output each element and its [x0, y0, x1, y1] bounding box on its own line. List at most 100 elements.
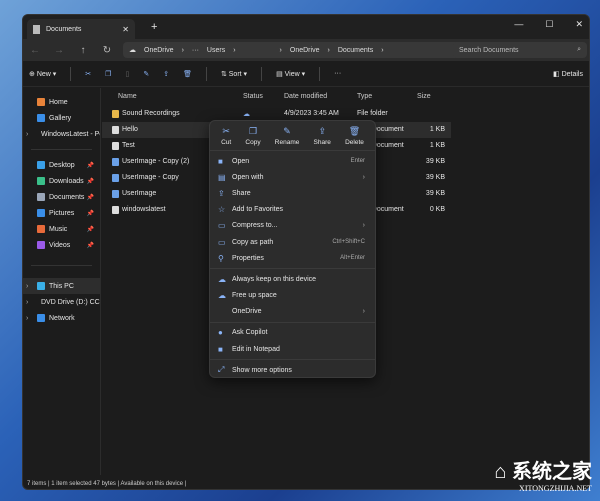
sidebar-item-downloads[interactable]: Downloads 📌	[23, 173, 100, 189]
sidebar-label: Videos	[49, 241, 71, 249]
menu-item-label: Add to Favorites	[232, 206, 283, 214]
menu-item-free-up-space[interactable]: ☁ Free up space	[210, 288, 375, 304]
sort-button[interactable]: ⇅ Sort ▾	[221, 70, 247, 78]
menu-item-add-to-favorites[interactable]: ☆ Add to Favorites	[210, 202, 375, 218]
sidebar-label: Music	[49, 225, 68, 233]
column-size[interactable]: Size	[417, 93, 431, 100]
quick-label: Share	[313, 138, 331, 146]
crumb-overflow[interactable]: ···	[192, 47, 199, 54]
pin-icon[interactable]: 📌	[87, 194, 94, 201]
sidebar-item-desktop[interactable]: Desktop 📌	[23, 157, 100, 173]
paste-icon[interactable]: ▯	[125, 70, 129, 78]
quick-delete-button[interactable]: 🗑 Delete	[345, 121, 364, 150]
sidebar-item-documents[interactable]: Documents 📌	[23, 189, 100, 205]
file-icon	[112, 158, 119, 166]
menu-item-compress-to[interactable]: ▭ Compress to... ›	[210, 218, 375, 234]
menu-item-label: Share	[232, 189, 251, 197]
quick-label: Cut	[221, 138, 232, 146]
sidebar-item-windowslatest-pe[interactable]: › WindowsLatest - Pe	[23, 126, 100, 142]
search-input[interactable]: Search Documents ⌕	[453, 42, 587, 58]
file-type: File folder	[357, 110, 388, 117]
tab-documents[interactable]: Documents ✕	[27, 19, 135, 39]
forward-button[interactable]: →	[47, 45, 71, 56]
up-button[interactable]: ↑	[71, 45, 95, 56]
expand-chevron-icon[interactable]: ›	[26, 131, 28, 138]
new-tab-button[interactable]: +	[151, 21, 157, 33]
expand-chevron-icon[interactable]: ›	[26, 299, 28, 306]
quick-rename-button[interactable]: ✎ Rename	[275, 121, 300, 150]
menu-item-properties[interactable]: ⚲ Properties Alt+Enter	[210, 250, 375, 266]
share-icon[interactable]: ⇪	[163, 70, 169, 78]
cut-icon[interactable]: ✂	[85, 70, 91, 78]
menu-item-ask-copilot[interactable]: ● Ask Copilot	[210, 325, 375, 341]
minimize-button[interactable]: —	[514, 19, 523, 30]
sidebar-item-videos[interactable]: Videos 📌	[23, 237, 100, 253]
sidebar-item-network[interactable]: › Network	[23, 310, 100, 326]
sidebar-item-music[interactable]: Music 📌	[23, 221, 100, 237]
refresh-button[interactable]: ↻	[95, 45, 119, 56]
sidebar-icon	[37, 209, 45, 217]
back-button[interactable]: ←	[23, 45, 47, 56]
crumb-onedrive[interactable]: OneDrive	[144, 47, 174, 54]
menu-item-share[interactable]: ⇪ Share	[210, 185, 375, 201]
divider	[31, 149, 92, 150]
details-button[interactable]: ◧ Details	[553, 70, 583, 78]
crumb-documents[interactable]: Documents	[338, 47, 373, 54]
close-tab-icon[interactable]: ✕	[122, 25, 129, 34]
address-bar-row: ← → ↑ ↻ ☁ OneDrive › ··· Users › › OneDriv…	[23, 39, 589, 61]
folder-icon	[112, 110, 119, 118]
sidebar-label: Desktop	[49, 161, 75, 169]
close-window-button[interactable]: ✕	[575, 19, 583, 30]
menu-item-label: OneDrive	[232, 308, 262, 316]
breadcrumb[interactable]: ☁ OneDrive › ··· Users › › OneDrive › Docum…	[123, 42, 463, 58]
expand-chevron-icon[interactable]: ›	[26, 283, 28, 290]
column-name[interactable]: Name	[118, 93, 137, 100]
sidebar-item-dvd-drive-d-ccc[interactable]: › DVD Drive (D:) CCC	[23, 294, 100, 310]
rename-icon[interactable]: ✎	[143, 70, 149, 78]
sidebar-label: Pictures	[49, 209, 75, 217]
sidebar-item-pictures[interactable]: Pictures 📌	[23, 205, 100, 221]
file-size: 0 KB	[429, 206, 445, 213]
crumb-users[interactable]: Users	[207, 47, 225, 54]
file-name: windowslatest	[122, 206, 166, 213]
pin-icon[interactable]: 📌	[87, 210, 94, 217]
sidebar-icon	[37, 177, 45, 185]
menu-item-open[interactable]: ■ Open Enter	[210, 153, 375, 169]
column-date[interactable]: Date modified	[284, 93, 327, 100]
file-icon	[112, 174, 119, 182]
quick-copy-button[interactable]: ❐ Copy	[245, 121, 260, 150]
expand-chevron-icon[interactable]: ›	[26, 315, 28, 322]
menu-item-onedrive[interactable]: OneDrive ›	[210, 304, 375, 320]
file-icon	[112, 126, 119, 134]
new-button[interactable]: ⊕ New ▾	[29, 70, 56, 78]
copy-icon: ❐	[248, 125, 258, 136]
navigation-pane: Home Gallery › WindowsLatest - Pe Desktop 📌 Do…	[23, 88, 101, 475]
menu-item-open-with[interactable]: ▤ Open with ›	[210, 169, 375, 185]
column-status[interactable]: Status	[243, 93, 263, 100]
menu-item-always-keep-on-this-device[interactable]: ☁ Always keep on this device	[210, 271, 375, 287]
quick-share-button[interactable]: ⇪ Share	[314, 121, 331, 150]
sidebar-item-this-pc[interactable]: › This PC	[23, 278, 100, 294]
copy-icon[interactable]: ❐	[105, 70, 111, 78]
delete-icon[interactable]: 🗑	[183, 70, 192, 78]
sidebar-item-home[interactable]: Home	[23, 94, 100, 110]
file-name: Test	[122, 142, 135, 149]
menu-item-edit-in-notepad[interactable]: ■ Edit in Notepad	[210, 341, 375, 357]
pin-icon[interactable]: 📌	[87, 226, 94, 233]
menu-item-label: Open with	[232, 173, 264, 181]
menu-item-copy-as-path[interactable]: ▭ Copy as path Ctrl+Shift+C	[210, 234, 375, 250]
sidebar-icon	[37, 161, 45, 169]
crumb-onedrive-2[interactable]: OneDrive	[290, 47, 320, 54]
quick-cut-button[interactable]: ✂ Cut	[221, 121, 231, 150]
pin-icon[interactable]: 📌	[87, 162, 94, 169]
column-type[interactable]: Type	[357, 93, 372, 100]
sidebar-icon	[37, 114, 45, 122]
sidebar-item-gallery[interactable]: Gallery	[23, 110, 100, 126]
menu-item-show-more-options[interactable]: ⤢ Show more options	[210, 362, 375, 378]
maximize-button[interactable]: ☐	[545, 19, 553, 30]
more-button[interactable]: ···	[334, 70, 341, 77]
file-name: Hello	[122, 126, 138, 133]
view-button[interactable]: ▤ View ▾	[276, 70, 305, 78]
pin-icon[interactable]: 📌	[87, 242, 94, 249]
pin-icon[interactable]: 📌	[87, 178, 94, 185]
